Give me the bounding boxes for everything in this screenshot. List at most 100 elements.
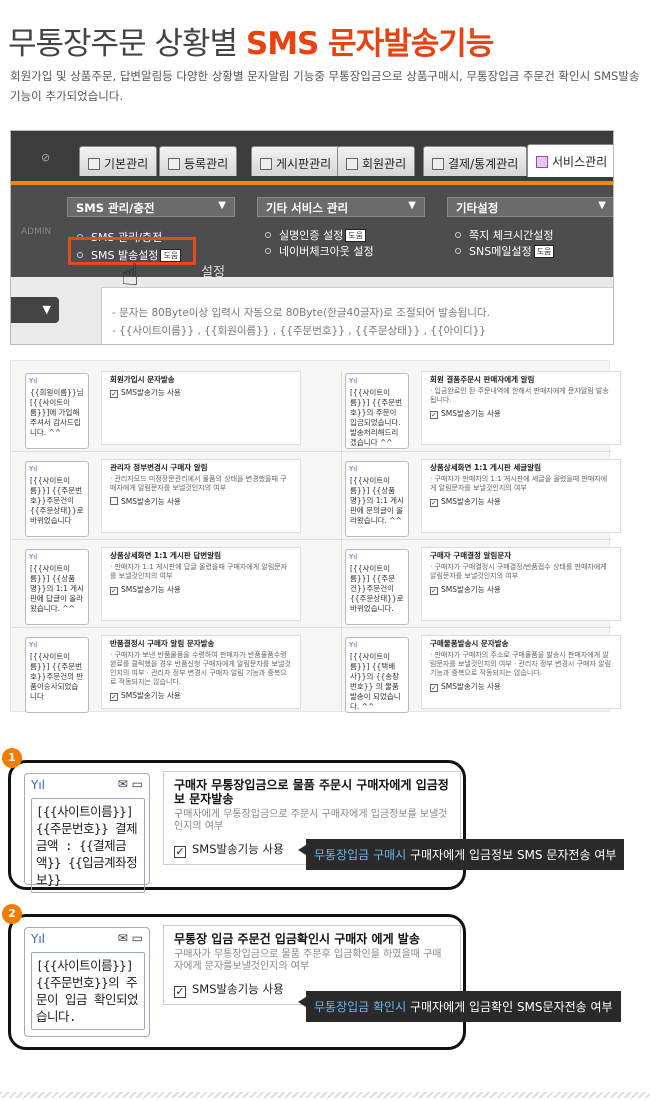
signal-icon: Yıl bbox=[29, 553, 38, 561]
checkbox-icon bbox=[110, 497, 118, 505]
tab-register[interactable]: 등록관리 bbox=[159, 146, 238, 176]
hand-cursor-icon: ☝ bbox=[121, 258, 140, 293]
step-number-badge: 2 bbox=[2, 904, 22, 924]
admin-screenshot: ⊘ 기본관리 등록관리 게시판관리 회원관리 결제/통계관리 서비스관리 SMS… bbox=[10, 130, 614, 345]
tab-member[interactable]: 회원관리 bbox=[337, 146, 416, 176]
bullet-icon bbox=[455, 248, 461, 254]
feature-title: 무통장 입금 주문건 입금확인시 구매자 에게 발송 bbox=[174, 932, 420, 946]
sms-checkbox[interactable]: SMS발송기능 사용 bbox=[110, 497, 292, 506]
content-area: ▼ - 문자는 80Byte이상 입력시 자동으로 80Byte(한글40글자)… bbox=[11, 277, 613, 344]
sms-checkbox[interactable]: ✓ SMS발송기능 사용 bbox=[110, 691, 292, 701]
tab-icon bbox=[260, 158, 272, 170]
signal-icon: Yıl bbox=[31, 932, 45, 946]
divider bbox=[11, 451, 611, 452]
menu-head-other-settings[interactable]: 기타설정 ▼ bbox=[447, 197, 613, 217]
tab-icon bbox=[88, 158, 100, 170]
chevron-down-icon: ▼ bbox=[408, 200, 416, 211]
bullet-icon bbox=[455, 232, 461, 238]
help-badge: 도움 bbox=[533, 245, 555, 258]
mail-icon: ✉ ▭ bbox=[117, 777, 143, 791]
checkbox-icon: ✓ bbox=[430, 499, 438, 507]
signal-icon: Yıl bbox=[29, 641, 38, 649]
step-number-badge: 1 bbox=[2, 748, 22, 768]
signal-icon: Yıl bbox=[349, 641, 358, 649]
sms-card-order-seller: Yıl [{{사이트이름}}] {{주문번호}}의 주문이 입금되었습니다. 발송… bbox=[341, 367, 631, 451]
checkbox-icon: ✓ bbox=[174, 845, 186, 858]
gear-icon: ⊘ bbox=[41, 151, 51, 164]
sms-card-join: Yıl {{회원이름}}님 [{{사이트이름}}]에 가입해주셔서 감사드립니다.… bbox=[21, 367, 311, 451]
menu-item-note-check[interactable]: 쪽지 체크시간설정 bbox=[455, 227, 553, 243]
card-settings: 반품결정시 구매자 알림 문자발송 · 구매자가 보낸 반품물품을 수령하여 판매… bbox=[101, 635, 301, 709]
sms-card-qna-answer: Yıl [{{사이트이름}}] {{상품명}}의 1:1 게시판에 답글이 올라왔… bbox=[21, 543, 311, 627]
phone-preview: Yıl {{회원이름}}님 [{{사이트이름}}]에 가입해주셔서 감사드립니다.… bbox=[25, 373, 89, 449]
sms-checkbox[interactable]: ✓ SMS발송기능 사용 bbox=[430, 682, 612, 692]
sms-card-return: Yıl [{{사이트이름}}] {{주문번호}}주문건의 반품이승사되었습니다 반… bbox=[21, 631, 311, 715]
tab-service[interactable]: 서비스관리 bbox=[527, 144, 613, 177]
menu-item-naver-checkout[interactable]: 네이버체크아웃 설정 bbox=[265, 243, 374, 259]
feature-box-1: Yıl ✉ ▭ [{{사이트이름}}] {{주문번호}} 결제금액 : {{결제… bbox=[8, 760, 625, 893]
sms-checkbox[interactable]: ✓ SMS발송기능 사용 bbox=[110, 388, 292, 398]
card-settings: 회원가입시 문자발송 ✓ SMS발송기능 사용 bbox=[101, 371, 301, 445]
checkbox-icon: ✓ bbox=[430, 411, 438, 419]
phone-preview: Yıl [{{사이트이름}}] {{주문번호}}의 주문이 입금되었습니다. 발송… bbox=[345, 373, 409, 449]
phone-preview: Yıl [{{사이트이름}}] {{상품명}}의 1:1 게시판에 문의글이 올라… bbox=[345, 461, 409, 537]
checkbox-icon: ✓ bbox=[110, 390, 118, 398]
signal-icon: Yıl bbox=[349, 377, 358, 385]
sms-checkbox[interactable]: ✓ SMS발송기능 사용 bbox=[430, 497, 612, 507]
tab-basic[interactable]: 기본관리 bbox=[79, 146, 158, 176]
menu-head-other-service[interactable]: 기타 서비스 관리 ▼ bbox=[257, 197, 425, 217]
sms-card-qna-new: Yıl [{{사이트이름}}] {{상품명}}의 1:1 게시판에 문의글이 올라… bbox=[341, 455, 631, 539]
card-settings: 상품상세화면 1:1 게시판 답변알림 · 판매자가 1:1 게시판에 답글 올렸… bbox=[101, 547, 301, 621]
menu-item-realname[interactable]: 실명인증 설정 도움 bbox=[265, 227, 366, 243]
chevron-down-icon: ▼ bbox=[598, 200, 606, 211]
mail-icon: ✉ ▭ bbox=[117, 931, 143, 945]
desc-line: - {{사이트이름}} , {{회원이름}} , {{주문번호}} , {{주문… bbox=[112, 325, 486, 337]
sms-settings-grid: Yıl {{회원이름}}님 [{{사이트이름}}]에 가입해주셔서 감사드립니다.… bbox=[10, 360, 621, 715]
card-settings: 구매물품발송시 문자발송 · 판매자가 구매자의 주소로 구매물품을 발송시 판매… bbox=[421, 635, 621, 709]
divider bbox=[11, 627, 611, 628]
signal-icon: Yıl bbox=[349, 553, 358, 561]
signal-icon: Yıl bbox=[29, 465, 38, 473]
divider bbox=[11, 539, 611, 540]
sms-description-box: - 문자는 80Byte이상 입력시 자동으로 80Byte(한글40글자)로 … bbox=[101, 287, 613, 344]
bullet-icon bbox=[265, 232, 271, 238]
feature-note: 무통장입금 구매시 구매자에게 입금정보 SMS 문자전송 여부 bbox=[297, 839, 625, 870]
tab-icon bbox=[432, 158, 444, 170]
phone-preview: Yıl [{{사이트이름}}] {{택배사}}의 {{송장번호}} 의 물품발송이… bbox=[345, 637, 409, 713]
admin-tab-bar: ⊘ 기본관리 등록관리 게시판관리 회원관리 결제/통계관리 서비스관리 bbox=[11, 131, 613, 183]
phone-preview: Yıl [{{사이트이름}}] {{상품명}}의 1:1 게시판에 답글이 올라왔… bbox=[25, 549, 89, 625]
bullet-icon bbox=[265, 248, 271, 254]
checkbox-icon: ✓ bbox=[110, 693, 118, 701]
card-settings: 회원 결품주문시 판매자에게 알림 · 입금완료인 된 주문내역에 한해서 판매자… bbox=[421, 371, 621, 445]
phone-preview-large: Yıl ✉ ▭ [{{사이트이름}}] {{주문번호}} 결제금액 : {{결제… bbox=[24, 773, 150, 893]
tab-icon bbox=[536, 156, 548, 168]
bottom-divider bbox=[0, 1092, 650, 1098]
sms-card-status-change: Yıl [{{사이트이름}}] {{주문번호}}주문건이 {{주문상태}}로 바뀌… bbox=[21, 455, 311, 539]
signal-icon: Yıl bbox=[349, 465, 358, 473]
phone-preview: Yıl [{{사이트이름}}] {{주문건}}주문건이 {{주문상태}}로 바뀌었… bbox=[345, 549, 409, 625]
sms-checkbox[interactable]: ✓ SMS발송기능 사용 bbox=[430, 409, 612, 419]
select-dropdown[interactable]: ▼ bbox=[11, 297, 59, 323]
feature-title: 구매자 무통장입금으로 물품 주문시 구매자에게 입금정보 문자발송 bbox=[174, 778, 449, 806]
card-settings: 구매자 구매결정 알림문자 · 구매자가 구매결정시 구매결정/반품접수 상태를 … bbox=[421, 547, 621, 621]
phone-preview-large: Yıl ✉ ▭ [{{사이트이름}}] {{주문번호}}의 주문이 입금 확인되… bbox=[24, 927, 150, 1037]
signal-icon: Yıl bbox=[29, 377, 38, 385]
admin-label: ADMIN bbox=[21, 227, 52, 237]
tab-payment[interactable]: 결제/통계관리 bbox=[423, 146, 528, 176]
feature-desc: 구매자가 무통장입금으로 물품 주문후 입금확인을 하였을때 구매자에게 문자를… bbox=[174, 949, 442, 972]
card-settings: 관리자 정부변경시 구매자 알림 · 관리자모드 미정장문관리에서 물품의 상태을… bbox=[101, 459, 301, 533]
feature-box-2: Yıl ✉ ▭ [{{사이트이름}}] {{주문번호}}의 주문이 입금 확인되… bbox=[8, 914, 621, 1050]
page-title: 무통장주문 상황별 SMS 문자발송기능 bbox=[8, 18, 494, 63]
tab-icon bbox=[168, 158, 180, 170]
phone-preview: Yıl [{{사이트이름}}] {{주문번호}}주문건의 반품이승사되었습니다 bbox=[25, 637, 89, 713]
intro-text: 회원가입 및 상품주문, 답변알림등 다양한 상황별 문자알림 기능중 무통장입… bbox=[10, 69, 640, 103]
menu-head-sms[interactable]: SMS 관리/충전 ▼ bbox=[67, 197, 235, 217]
tab-board[interactable]: 게시판관리 bbox=[251, 146, 341, 176]
sms-checkbox[interactable]: ✓ SMS발송기능 사용 bbox=[430, 585, 612, 595]
title-main: 무통장주문 상황별 bbox=[8, 26, 246, 62]
sms-checkbox[interactable]: ✓ SMS발송기능 사용 bbox=[110, 585, 292, 595]
feature-note: 무통장입금 확인시 구매자에게 입금확인 SMS문자전송 여부 bbox=[298, 991, 621, 1022]
chevron-down-icon: ▼ bbox=[42, 303, 51, 316]
menu-item-sns-mail[interactable]: SNS메일설정 도움 bbox=[455, 243, 555, 259]
sms-card-purchase-decision: Yıl [{{사이트이름}}] {{주문건}}주문건이 {{주문상태}}로 바뀌었… bbox=[341, 543, 631, 627]
